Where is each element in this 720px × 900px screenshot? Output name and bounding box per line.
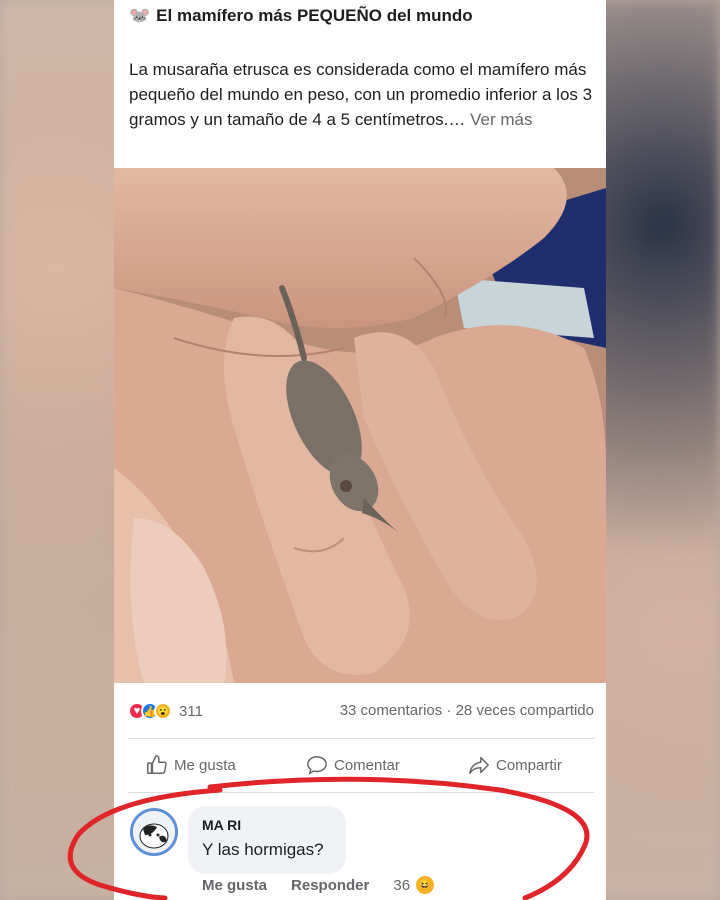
mouse-emoji-icon: 🐭 xyxy=(129,6,151,25)
divider xyxy=(128,738,594,739)
cow-avatar-icon xyxy=(133,811,175,853)
comment-text: Y las hormigas? xyxy=(202,840,324,859)
comments-shares-count[interactable]: 33 comentarios · 28 veces compartido xyxy=(340,702,594,719)
comment-button[interactable]: Comentar xyxy=(306,754,400,776)
wow-reaction-icon: 😮 xyxy=(154,702,172,720)
divider xyxy=(128,792,594,793)
facebook-post: 🐭 El mamífero más PEQUEÑO del mundo La mu… xyxy=(114,0,606,900)
comment-actions: Me gusta Responder 36 😆 xyxy=(202,876,458,894)
like-button-label: Me gusta xyxy=(174,756,236,774)
haha-reaction-icon[interactable]: 😆 xyxy=(416,876,435,894)
post-actions-bar: Me gusta Comentar Compartir xyxy=(128,754,594,782)
post-title-text: El mamífero más PEQUEÑO del mundo xyxy=(156,6,473,25)
comment-reply-button[interactable]: Responder xyxy=(291,877,369,894)
like-button[interactable]: Me gusta xyxy=(146,754,236,776)
post-stats: ♥ 👍 😮 311 33 comentarios · 28 veces comp… xyxy=(128,702,594,724)
reaction-count: 311 xyxy=(179,702,203,720)
comment-bubble: MA RI Y las hormigas? xyxy=(188,806,346,874)
see-more-link[interactable]: Ver más xyxy=(470,110,532,129)
post-photo[interactable] xyxy=(114,168,606,683)
comment-item: MA RI Y las hormigas? Me gusta Responder… xyxy=(130,806,590,900)
post-title: 🐭 El mamífero más PEQUEÑO del mundo xyxy=(129,6,473,26)
comment-author[interactable]: MA RI xyxy=(202,816,324,834)
share-button-label: Compartir xyxy=(496,756,562,774)
comment-like-button[interactable]: Me gusta xyxy=(202,877,267,894)
thumbs-up-icon xyxy=(147,755,167,774)
post-body: La musaraña etrusca es considerada como … xyxy=(129,57,599,132)
share-arrow-icon xyxy=(469,756,489,774)
avatar[interactable] xyxy=(130,808,178,856)
shrew-in-hand-image xyxy=(114,168,606,683)
reaction-summary[interactable]: ♥ 👍 😮 311 xyxy=(128,702,203,720)
comment-button-label: Comentar xyxy=(334,756,400,774)
share-button[interactable]: Compartir xyxy=(468,754,562,776)
comment-reaction-count: 36 xyxy=(393,876,411,894)
comment-bubble-icon xyxy=(307,756,327,775)
